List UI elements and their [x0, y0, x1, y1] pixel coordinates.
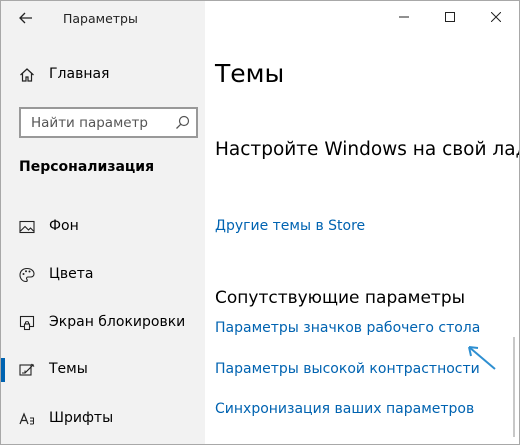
related-settings-heading: Сопутствующие параметры	[215, 288, 466, 308]
palette-icon	[19, 267, 35, 283]
sidebar-home-label: Главная	[49, 66, 110, 82]
page-title: Темы	[215, 59, 285, 88]
section-label-personalization: Персонализация	[19, 159, 155, 175]
search-icon[interactable]	[175, 115, 190, 130]
main-content: Темы Настройте Windows на свой лад Други…	[205, 1, 519, 444]
picture-icon	[19, 220, 35, 234]
minimize-button[interactable]	[381, 1, 427, 33]
desktop-icon-settings-link[interactable]: Параметры значков рабочего стола	[215, 320, 480, 336]
maximize-button[interactable]	[427, 1, 473, 33]
search-input[interactable]	[21, 109, 166, 136]
sidebar-item-themes[interactable]: Темы	[1, 352, 205, 388]
back-arrow-icon	[19, 12, 32, 24]
high-contrast-settings-link[interactable]: Параметры высокой контрастности	[215, 361, 480, 377]
scrollbar[interactable]	[513, 337, 515, 437]
maximize-icon	[445, 12, 455, 22]
back-button[interactable]	[11, 5, 41, 31]
sidebar-item-colors[interactable]: Цвета	[1, 257, 205, 293]
lock-screen-icon	[19, 315, 35, 331]
themes-icon	[19, 363, 35, 376]
window-controls	[381, 1, 519, 33]
sidebar-item-label: Темы	[49, 361, 88, 377]
annotation-arrow-icon	[468, 346, 496, 370]
sidebar-item-label: Фон	[49, 218, 79, 234]
sidebar-item-background[interactable]: Фон	[1, 209, 205, 245]
sidebar-item-home[interactable]: Главная	[1, 59, 205, 91]
sidebar: Параметры Главная Персонализация Фон	[1, 1, 205, 444]
sidebar-item-lock-screen[interactable]: Экран блокировки	[1, 305, 205, 341]
active-indicator	[1, 358, 5, 382]
settings-window: Параметры Главная Персонализация Фон	[0, 0, 520, 445]
sidebar-item-label: Цвета	[49, 266, 94, 282]
sidebar-item-label: Шрифты	[49, 410, 114, 426]
store-themes-link[interactable]: Другие темы в Store	[215, 218, 365, 234]
font-icon	[19, 412, 34, 425]
sidebar-item-label: Экран блокировки	[49, 314, 186, 330]
home-icon	[20, 68, 34, 82]
search-box[interactable]	[19, 107, 198, 138]
sync-settings-link[interactable]: Синхронизация ваших параметров	[215, 401, 474, 417]
minimize-icon	[399, 16, 409, 18]
page-subtitle: Настройте Windows на свой лад	[215, 139, 520, 160]
app-title: Параметры	[63, 11, 138, 26]
close-icon	[491, 12, 501, 22]
sidebar-item-fonts[interactable]: Шрифты	[1, 401, 205, 437]
close-button[interactable]	[473, 1, 519, 33]
